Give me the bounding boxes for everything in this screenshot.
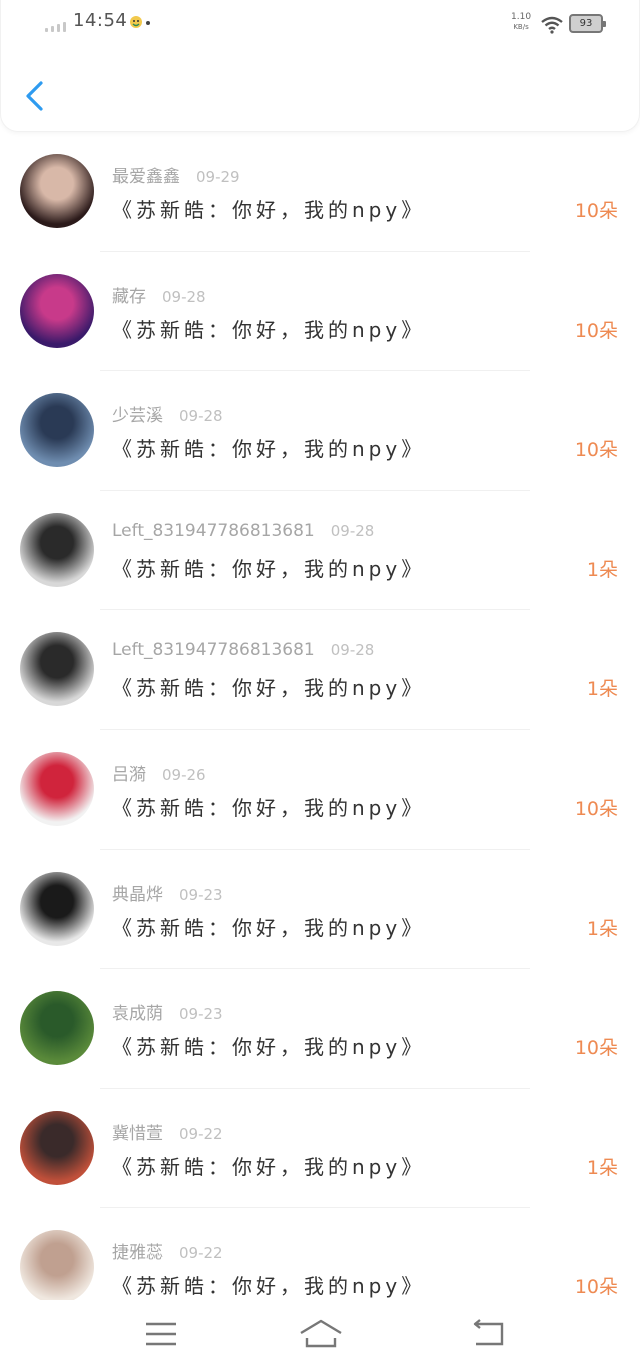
avatar[interactable] <box>20 632 94 707</box>
flower-count: 10朵 <box>574 200 618 222</box>
flower-count: 1朵 <box>586 558 618 581</box>
sent-date: 09-22 <box>179 1124 223 1143</box>
list-item[interactable]: 吕漪 09-26 《苏新皓：你好，我的npy》 10朵 <box>0 730 640 850</box>
home-icon[interactable] <box>298 1318 344 1350</box>
sender-line: 少芸溪 09-28 <box>112 401 223 426</box>
net-speed-unit: KB/s <box>513 23 529 31</box>
list-item[interactable]: 藏存 09-28 《苏新皓：你好，我的npy》 10朵 <box>0 252 640 372</box>
back-icon[interactable] <box>470 1318 510 1350</box>
menu-icon[interactable] <box>142 1318 182 1350</box>
sent-date: 09-26 <box>162 765 206 784</box>
signal-icon <box>45 22 66 32</box>
flower-count: 1朵 <box>586 1156 618 1179</box>
sender-name: 典晶烨 <box>112 884 163 905</box>
app-notification-icon <box>130 16 142 28</box>
message-text: 《苏新皓：你好，我的npy》 <box>112 556 426 581</box>
sender-name: 袁成荫 <box>112 1004 163 1025</box>
avatar[interactable] <box>20 991 94 1066</box>
message-text: 《苏新皓：你好，我的npy》 <box>112 317 426 342</box>
net-speed-value: 1.10 <box>511 12 532 22</box>
sent-date: 09-28 <box>179 407 223 426</box>
message-text: 《苏新皓：你好，我的npy》 <box>112 1035 426 1060</box>
list-item[interactable]: 典晶烨 09-23 《苏新皓：你好，我的npy》 1朵 <box>0 850 640 970</box>
list-item[interactable]: 冀惜萱 09-22 《苏新皓：你好，我的npy》 1朵 <box>0 1089 640 1209</box>
message-text: 《苏新皓：你好，我的npy》 <box>112 795 426 820</box>
sender-name: 吕漪 <box>112 764 146 785</box>
avatar[interactable] <box>20 751 94 826</box>
sent-date: 09-23 <box>179 885 223 904</box>
message-text: 《苏新皓：你好，我的npy》 <box>112 1154 426 1179</box>
list-item[interactable]: 少芸溪 09-28 《苏新皓：你好，我的npy》 10朵 <box>0 371 640 491</box>
sender-name: 最爱鑫鑫 <box>112 167 180 187</box>
sender-name: 冀惜萱 <box>112 1123 163 1144</box>
flower-count: 10朵 <box>574 319 618 342</box>
flower-count: 10朵 <box>574 1037 618 1060</box>
status-time: 14:54 <box>73 10 128 31</box>
list-item[interactable]: 最爱鑫鑫 09-29 《苏新皓：你好，我的npy》 10朵 <box>0 132 640 252</box>
sender-line: 典晶烨 09-23 <box>112 880 223 905</box>
avatar[interactable] <box>20 512 94 587</box>
sent-date: 09-29 <box>196 168 240 186</box>
notification-dot <box>146 21 150 25</box>
sender-name: 藏存 <box>112 286 146 307</box>
sent-date: 09-28 <box>162 287 206 306</box>
back-chevron-icon[interactable] <box>23 80 47 112</box>
list-item[interactable]: Left_831947786813681 09-28 《苏新皓：你好，我的npy》 1… <box>0 491 640 611</box>
list-item[interactable]: 袁成荫 09-23 《苏新皓：你好，我的npy》 10朵 <box>0 969 640 1089</box>
sender-name: 捷雅蕊 <box>112 1243 163 1264</box>
avatar[interactable] <box>20 154 94 228</box>
flower-count: 1朵 <box>586 678 618 701</box>
avatar[interactable] <box>20 273 94 348</box>
sent-date: 09-28 <box>330 521 375 540</box>
sender-line: 冀惜萱 09-22 <box>112 1119 223 1144</box>
flower-count: 1朵 <box>586 917 618 940</box>
message-text: 《苏新皓：你好，我的npy》 <box>112 676 426 701</box>
avatar[interactable] <box>20 1110 94 1185</box>
sender-line: 袁成荫 09-23 <box>112 999 223 1024</box>
sent-date: 09-22 <box>179 1244 223 1263</box>
avatar[interactable] <box>20 393 94 468</box>
message-text: 《苏新皓：你好，我的npy》 <box>112 1274 426 1299</box>
top-bar: 14:54 1.10 KB/s 93 <box>0 0 640 132</box>
sender-line: 吕漪 09-26 <box>112 760 206 785</box>
avatar[interactable] <box>20 871 94 946</box>
flower-count: 10朵 <box>574 1276 618 1299</box>
sender-line: 藏存 09-28 <box>112 282 206 307</box>
navigation-bar <box>0 1300 640 1372</box>
status-bar: 14:54 1.10 KB/s 93 <box>1 0 640 48</box>
sender-line: Left_831947786813681 09-28 <box>112 521 374 541</box>
sent-date: 09-28 <box>330 641 375 660</box>
message-text: 《苏新皓：你好，我的npy》 <box>112 198 426 222</box>
net-speed: 1.10 KB/s <box>511 12 531 32</box>
wifi-icon <box>541 16 563 34</box>
avatar[interactable] <box>20 1230 94 1305</box>
sender-name: Left_831947786813681 <box>112 520 315 541</box>
list-item[interactable]: Left_831947786813681 09-28 《苏新皓：你好，我的npy》 1… <box>0 610 640 730</box>
message-text: 《苏新皓：你好，我的npy》 <box>112 437 426 462</box>
gift-list: 最爱鑫鑫 09-29 《苏新皓：你好，我的npy》 10朵 藏存 09-28 《苏新皓：你好… <box>0 132 640 1328</box>
battery-icon: 93 <box>569 14 606 33</box>
flower-count: 10朵 <box>574 439 618 462</box>
sender-line: Left_831947786813681 09-28 <box>112 640 374 660</box>
flower-count: 10朵 <box>574 797 618 820</box>
sender-name: Left_831947786813681 <box>112 640 315 661</box>
sender-line: 捷雅蕊 09-22 <box>112 1238 223 1263</box>
sender-line: 最爱鑫鑫 09-29 <box>112 162 240 187</box>
message-text: 《苏新皓：你好，我的npy》 <box>112 915 426 940</box>
sent-date: 09-23 <box>179 1005 223 1024</box>
sender-name: 少芸溪 <box>112 406 163 427</box>
